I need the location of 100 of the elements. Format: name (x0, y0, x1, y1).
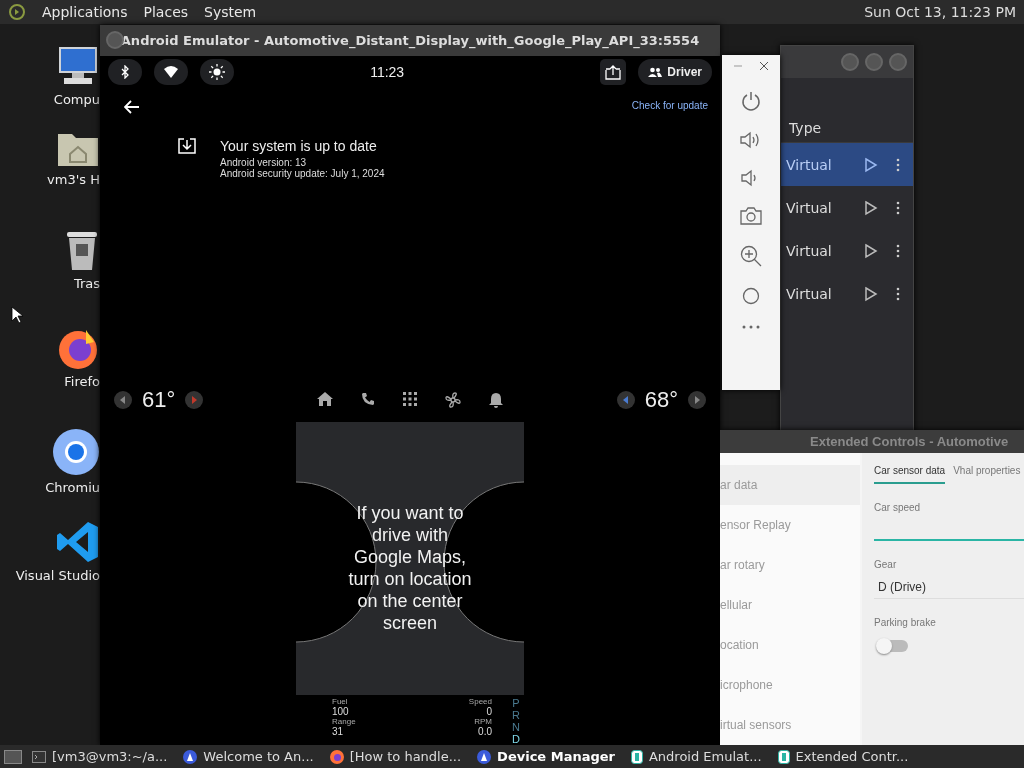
device-type: Virtual (786, 242, 833, 259)
toggle-switch[interactable] (878, 640, 908, 652)
decrease-temperature-button[interactable] (114, 391, 132, 409)
readout-value: 100 (332, 706, 350, 717)
more-icon[interactable] (742, 325, 760, 329)
circle-icon[interactable] (742, 287, 760, 305)
device-row[interactable]: Virtual (781, 229, 913, 272)
play-icon[interactable] (864, 285, 878, 302)
panel-menu[interactable]: System (204, 4, 257, 20)
more-icon[interactable] (896, 200, 900, 215)
left-caret-icon (120, 396, 126, 404)
desktop-icon-label[interactable]: vm3's H (47, 172, 100, 187)
wifi-icon (163, 65, 179, 79)
gear-indicator: D (512, 733, 520, 745)
location-message: If you want to drive with Google Maps, turn on location on the center screen (347, 502, 473, 634)
desktop-icon-label[interactable]: Compu (53, 92, 100, 107)
device-row[interactable]: Virtual (781, 186, 913, 229)
readout-label: Fuel (332, 697, 349, 706)
chromium-icon (52, 428, 100, 476)
status-time: 11:23 (369, 64, 406, 80)
show-desktop-icon[interactable] (4, 749, 22, 764)
display-switch-button[interactable] (600, 59, 627, 85)
update-info-text: Android security update: July 1, 2024 (220, 168, 385, 179)
left-caret-icon (622, 396, 629, 404)
phone-icon[interactable] (361, 392, 375, 406)
gear-indicator: P (512, 697, 520, 709)
play-icon[interactable] (864, 199, 878, 216)
volume-up-icon[interactable] (740, 131, 762, 149)
device-row[interactable]: Virtual (781, 272, 913, 315)
update-status-heading: Your system is up to date (220, 138, 378, 154)
fan-icon[interactable] (445, 392, 461, 408)
field-label: Gear (874, 559, 898, 570)
power-icon[interactable] (741, 91, 761, 111)
vscode-icon (56, 520, 100, 564)
firefox-icon (329, 749, 344, 764)
profile-button[interactable]: Driver (638, 59, 712, 85)
field-label: Parking brake (874, 617, 937, 628)
upload-box-icon (605, 64, 622, 80)
gear-indicator: N (512, 721, 520, 733)
back-arrow-icon[interactable] (124, 100, 140, 114)
device-type: Virtual (786, 199, 833, 216)
panel-clock[interactable]: Sun Oct 13, 11:23 PM (864, 4, 1016, 20)
increase-temperature-button[interactable] (185, 391, 204, 409)
readout-label: Speed (468, 697, 492, 706)
device-row[interactable]: Virtual (781, 143, 913, 186)
taskbar-item[interactable]: Extended Contr... (771, 746, 915, 767)
play-icon[interactable] (864, 242, 878, 259)
column-header[interactable]: Type (789, 120, 822, 136)
window-title: Extended Controls - Automotive (810, 434, 1009, 449)
bluetooth-icon (120, 65, 130, 79)
more-icon[interactable] (896, 286, 900, 301)
readout-label: RPM (474, 717, 492, 726)
temperature-reading: 61° (142, 387, 176, 413)
play-icon[interactable] (864, 156, 878, 173)
terminal-icon (32, 750, 46, 763)
taskbar-item[interactable]: [How to handle... (323, 746, 468, 767)
desktop-icon-label[interactable]: Firefo (64, 374, 100, 389)
window-title: Android Emulator - Automotive_Distant_Display_with_Google_Play_API_33:5554 (120, 33, 700, 48)
panel-menu[interactable]: Places (143, 4, 189, 20)
compass-icon (183, 749, 198, 764)
decrease-temperature-button[interactable] (616, 391, 635, 409)
compass-icon (477, 749, 492, 764)
taskbar-item[interactable]: Welcome to An... (177, 746, 320, 767)
tab[interactable]: Car sensor data (874, 463, 946, 484)
taskbar-item[interactable]: Android Emulat... (624, 746, 768, 767)
readout-value: 0.0 (478, 726, 492, 737)
increase-temperature-button[interactable] (688, 391, 706, 409)
right-caret-icon (191, 396, 198, 404)
desktop-icon-label[interactable]: Tras (73, 276, 100, 291)
close-icon[interactable] (760, 61, 768, 71)
home-icon[interactable] (317, 392, 333, 406)
temperature-reading: 68° (644, 387, 678, 413)
more-icon[interactable] (896, 157, 900, 172)
wifi-button[interactable] (154, 59, 188, 85)
emulator-icon (630, 749, 643, 764)
camera-icon[interactable] (740, 207, 762, 225)
taskbar-item[interactable]: Device Manager (471, 746, 621, 767)
check-for-update-link[interactable]: Check for update (631, 100, 708, 111)
desktop-icon-label[interactable]: Visual Studio (15, 568, 100, 583)
taskbar-item[interactable]: [vm3@vm3:~/a... (26, 746, 174, 767)
right-caret-icon (694, 396, 700, 404)
readout-label: Range (332, 717, 356, 726)
zoom-in-icon[interactable] (740, 245, 762, 267)
brightness-button[interactable] (200, 59, 234, 85)
panel-menu[interactable]: Applications (42, 4, 128, 20)
tab[interactable]: Vhal properties (953, 463, 1021, 484)
desktop-icon-label[interactable]: Chromiu (45, 480, 100, 495)
gear-dropdown[interactable]: D (Drive) (874, 570, 1024, 599)
field-label: Car speed (874, 502, 922, 513)
bluetooth-button[interactable] (108, 59, 142, 85)
readout-value: 31 (332, 726, 345, 737)
people-icon (648, 67, 663, 77)
readout-value: 0 (486, 706, 492, 717)
bell-icon[interactable] (489, 392, 503, 408)
emulator-icon (777, 749, 790, 764)
download-icon (178, 138, 196, 154)
more-icon[interactable] (896, 243, 900, 258)
panel-logo-icon[interactable] (8, 4, 26, 20)
gear-indicator: R (512, 709, 520, 721)
app-grid-icon[interactable] (403, 392, 417, 406)
